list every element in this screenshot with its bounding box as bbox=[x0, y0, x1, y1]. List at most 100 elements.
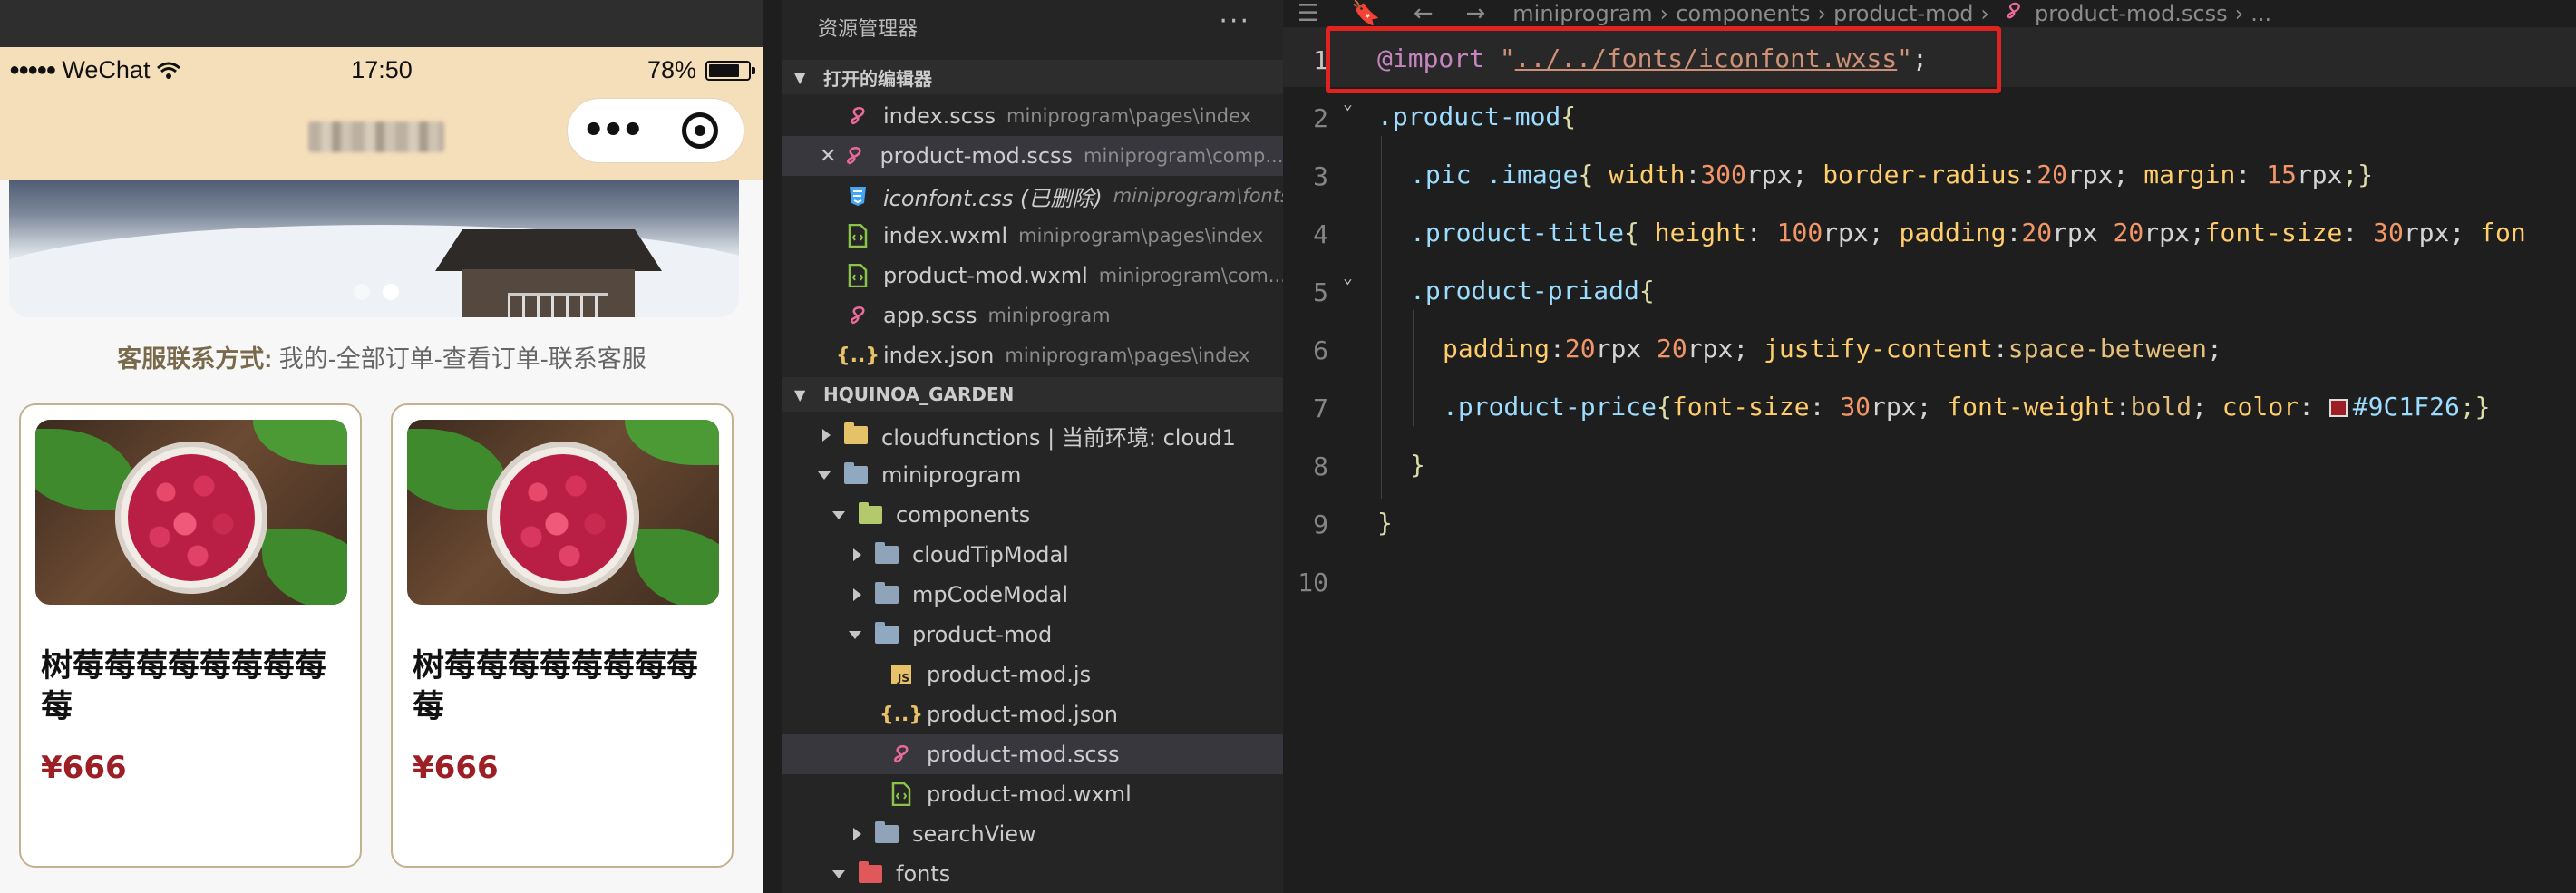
line-number: 1 bbox=[1313, 45, 1328, 75]
code-token: rpx bbox=[1595, 334, 1657, 364]
product-card[interactable]: 树莓莓莓莓莓莓莓莓莓 ¥666 bbox=[19, 403, 362, 868]
color-swatch-icon[interactable] bbox=[2328, 399, 2348, 417]
code-token: 20 bbox=[1657, 334, 1687, 364]
code-token: margin bbox=[2143, 160, 2236, 189]
breadcrumb-item-current[interactable]: product-mod.scss bbox=[2035, 1, 2228, 26]
nav-title-blurred bbox=[308, 121, 444, 152]
tree-file-selected[interactable]: product-mod.scss bbox=[782, 734, 1283, 774]
chevron-down-icon bbox=[832, 510, 845, 519]
project-name: HQUINOA_GARDEN bbox=[823, 383, 1015, 405]
code-token: .pic bbox=[1410, 160, 1472, 189]
code-line[interactable]: .product-mod{ bbox=[1377, 102, 1576, 131]
line-number: 7 bbox=[1313, 393, 1328, 423]
code-token: .product-title bbox=[1410, 218, 1625, 248]
open-editor-item[interactable]: {..} index.json miniprogram\pages\index bbox=[782, 335, 1283, 375]
code-token: ;} bbox=[2342, 160, 2374, 189]
chevron-down-icon: ▼ bbox=[794, 385, 806, 403]
explorer-title: 资源管理器 bbox=[818, 18, 919, 41]
explorer-panel: 资源管理器 ··· ▼ 打开的编辑器 index.scss miniprogra… bbox=[782, 0, 1283, 893]
code-token: padding bbox=[1443, 334, 1550, 364]
fonts-folder-icon bbox=[858, 861, 883, 887]
file-path: miniprogram\pages\index bbox=[1005, 345, 1250, 366]
open-editor-item[interactable]: product-mod.wxml miniprogram\com... bbox=[782, 256, 1283, 296]
fold-chevron-icon[interactable]: ⌄ bbox=[1343, 94, 1353, 113]
tree-folder[interactable]: searchView bbox=[782, 814, 1283, 854]
tree-folder[interactable]: product-mod bbox=[782, 615, 1283, 655]
fold-chevron-icon[interactable]: ⌄ bbox=[1343, 268, 1353, 287]
open-editors-header[interactable]: ▼ 打开的编辑器 bbox=[782, 60, 1283, 94]
open-editor-item[interactable]: index.wxml miniprogram\pages\index bbox=[782, 216, 1283, 256]
breadcrumb-item[interactable]: product-mod bbox=[1833, 1, 1973, 26]
code-line[interactable]: .product-title{ height: 100rpx; padding:… bbox=[1410, 218, 2526, 248]
breadcrumb-item[interactable]: ... bbox=[2250, 1, 2271, 26]
code-line[interactable]: .pic .image{ width:300rpx; border-radius… bbox=[1410, 160, 2373, 189]
project-header[interactable]: ▼ HQUINOA_GARDEN bbox=[782, 377, 1283, 412]
folder-icon bbox=[874, 821, 899, 847]
code-token: font-weight bbox=[1947, 392, 2115, 422]
close-mini-program-button[interactable] bbox=[656, 112, 744, 149]
code-token: ; bbox=[2113, 160, 2144, 189]
tree-folder[interactable]: cloudTipModal bbox=[782, 535, 1283, 575]
code-line[interactable]: .product-price{font-size: 30rpx; font-we… bbox=[1443, 392, 2491, 422]
indent-guide bbox=[1381, 136, 1382, 499]
open-editor-item[interactable]: index.scss miniprogram\pages\index bbox=[782, 96, 1283, 136]
close-icon[interactable]: ✕ bbox=[820, 145, 836, 168]
indicator-dot-active[interactable] bbox=[383, 284, 399, 300]
line-number: 2 bbox=[1313, 103, 1328, 133]
code-token: 20 bbox=[2113, 218, 2144, 248]
tree-file[interactable]: JS product-mod.js bbox=[782, 655, 1283, 694]
product-card[interactable]: 树莓莓莓莓莓莓莓莓莓 ¥666 bbox=[391, 403, 734, 868]
tree-folder[interactable]: miniprogram bbox=[782, 455, 1283, 495]
back-arrow-icon[interactable]: ← bbox=[1414, 0, 1434, 27]
scss-icon bbox=[845, 303, 870, 328]
forward-arrow-icon[interactable]: → bbox=[1465, 0, 1485, 27]
code-line[interactable]: } bbox=[1410, 450, 1425, 480]
open-editor-item-active[interactable]: ✕ product-mod.scss miniprogram\comp... bbox=[782, 136, 1283, 176]
code-line[interactable]: } bbox=[1377, 508, 1393, 538]
json-icon: {..} bbox=[879, 703, 924, 726]
chevron-right-icon bbox=[853, 588, 861, 601]
list-icon[interactable]: ☰ bbox=[1298, 0, 1318, 27]
breadcrumb-item[interactable]: components bbox=[1676, 1, 1810, 26]
more-menu-button[interactable]: ••• bbox=[568, 112, 656, 149]
code-token: .product-mod bbox=[1377, 102, 1561, 131]
open-editor-item[interactable]: iconfont.css (已删除) miniprogram\fonts bbox=[782, 176, 1283, 216]
code-token: #9C1F26 bbox=[2352, 392, 2460, 422]
chevron-right-icon bbox=[853, 828, 861, 840]
indicator-dot[interactable] bbox=[354, 284, 370, 300]
tree-folder[interactable]: cloudfunctions | 当前环境: cloud1 bbox=[782, 415, 1283, 455]
banner-swiper[interactable] bbox=[9, 180, 739, 317]
tree-file[interactable]: product-mod.wxml bbox=[782, 774, 1283, 814]
code-token: ; bbox=[1733, 334, 1764, 364]
line-number: 8 bbox=[1313, 451, 1328, 481]
code-token: 300 bbox=[1700, 160, 1746, 189]
code-token: color bbox=[2221, 392, 2299, 422]
tree-folder[interactable]: fonts bbox=[782, 854, 1283, 893]
open-editor-item[interactable]: app.scss miniprogram bbox=[782, 296, 1283, 335]
code-line[interactable]: .product-priadd{ bbox=[1410, 276, 1655, 306]
folder-open-icon bbox=[843, 462, 869, 488]
file-name: product-mod.wxml bbox=[927, 781, 1132, 807]
scss-icon bbox=[2004, 1, 2024, 26]
folder-name: mpCodeModal bbox=[912, 582, 1069, 607]
battery-level bbox=[709, 63, 739, 77]
tree-folder[interactable]: mpCodeModal bbox=[782, 575, 1283, 615]
more-actions-icon[interactable]: ··· bbox=[1219, 5, 1250, 37]
tree-folder[interactable]: components bbox=[782, 495, 1283, 535]
code-token: ; bbox=[2206, 334, 2222, 364]
wxml-icon bbox=[889, 781, 914, 807]
file-name: product-mod.js bbox=[927, 662, 1092, 687]
code-line[interactable]: padding:20rpx 20rpx; justify-content:spa… bbox=[1443, 334, 2222, 364]
battery: 78% bbox=[647, 56, 755, 84]
scss-icon bbox=[889, 742, 914, 767]
swiper-indicator bbox=[354, 284, 399, 300]
code-token: : bbox=[2342, 218, 2374, 248]
code-token: width bbox=[1609, 160, 1686, 189]
code-token: rpx bbox=[1823, 218, 1869, 248]
bookmark-icon[interactable]: 🔖 bbox=[1351, 0, 1380, 27]
code-editor[interactable]: ☰ 🔖 ← → miniprogram › components › produ… bbox=[1283, 0, 2576, 893]
breadcrumb-item[interactable]: miniprogram bbox=[1512, 1, 1652, 26]
tree-file[interactable]: {..} product-mod.json bbox=[782, 694, 1283, 734]
code-token: : bbox=[2006, 218, 2022, 248]
code-token: 20 bbox=[2021, 218, 2053, 248]
